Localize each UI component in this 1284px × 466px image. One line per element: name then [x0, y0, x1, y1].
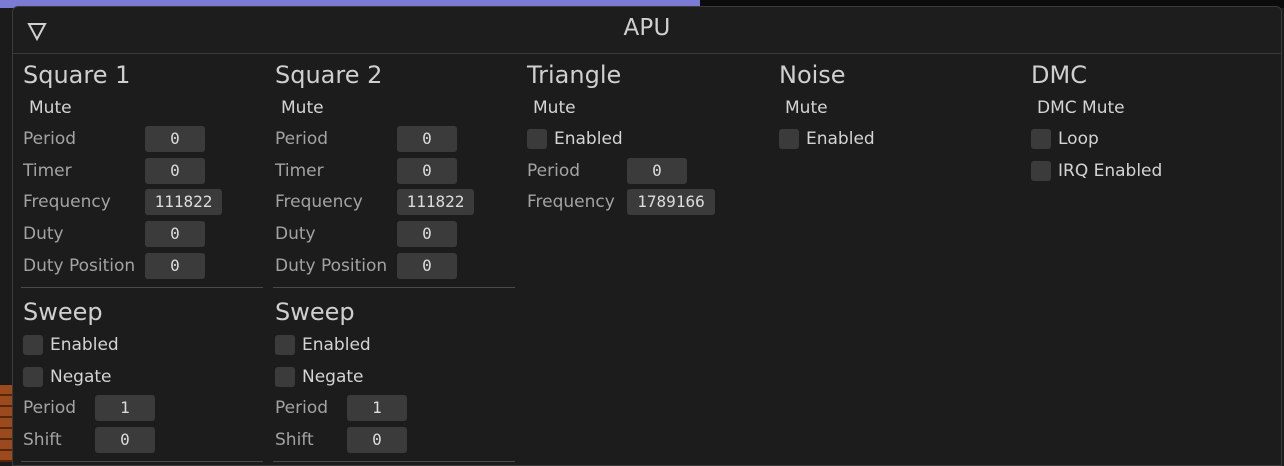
square2-frequency-value[interactable]: 111822: [397, 189, 474, 215]
square1-sweep-negate-checkbox[interactable]: [23, 367, 43, 387]
dmc-loop-label: Loop: [1058, 129, 1099, 149]
square2-separator: [273, 287, 515, 288]
square1-sweep-shift-label: Shift: [23, 430, 62, 450]
square1-period-value[interactable]: 0: [145, 126, 205, 152]
triangle-enabled-checkbox[interactable]: [527, 129, 547, 149]
square2-sweep-shift-value[interactable]: 0: [347, 427, 407, 453]
square2-duty-label: Duty: [275, 224, 316, 244]
square2-sweep-period-label: Period: [275, 398, 329, 418]
triangle-frequency-label: Frequency: [527, 192, 615, 212]
square2-period-label: Period: [275, 129, 329, 149]
square1-frequency-value[interactable]: 111822: [145, 189, 222, 215]
square2-sweep-negate-label: Negate: [302, 367, 364, 387]
dmc-loop-checkbox[interactable]: [1031, 129, 1051, 149]
triangle-period-value[interactable]: 0: [627, 158, 687, 184]
square1-sweep-period-value[interactable]: 1: [95, 395, 155, 421]
triangle-mute-button[interactable]: Mute: [533, 98, 576, 118]
square2-duty-value[interactable]: 0: [397, 221, 457, 247]
square2-sweep-period-value[interactable]: 1: [347, 395, 407, 421]
square2-sweep-shift-label: Shift: [275, 430, 314, 450]
window-title: APU: [623, 15, 671, 41]
square2-title: Square 2: [275, 61, 383, 89]
square2-sweep-enabled-checkbox[interactable]: [275, 335, 295, 355]
dmc-irq-checkbox[interactable]: [1031, 161, 1051, 181]
dmc-title: DMC: [1031, 61, 1087, 89]
noise-title: Noise: [779, 61, 846, 89]
square2-mute-button[interactable]: Mute: [281, 98, 324, 118]
noise-enabled-checkbox[interactable]: [779, 129, 799, 149]
square1-title: Square 1: [23, 61, 131, 89]
triangle-period-label: Period: [527, 161, 581, 181]
square1-sweep-negate-label: Negate: [50, 367, 112, 387]
square2-frequency-label: Frequency: [275, 192, 363, 212]
apu-window: APU Square 1 Mute Period 0 Timer 0 Frequ…: [12, 6, 1282, 466]
noise-mute-button[interactable]: Mute: [785, 98, 828, 118]
square2-timer-value[interactable]: 0: [397, 158, 457, 184]
square2-duty-position-value[interactable]: 0: [397, 253, 457, 279]
square1-duty-label: Duty: [23, 224, 64, 244]
title-bar[interactable]: APU: [13, 7, 1281, 54]
square2-duty-position-label: Duty Position: [275, 256, 388, 276]
square1-mute-button[interactable]: Mute: [29, 98, 72, 118]
triangle-frequency-value[interactable]: 1789166: [627, 189, 715, 215]
square1-timer-value[interactable]: 0: [145, 158, 205, 184]
square2-sweep-negate-checkbox[interactable]: [275, 367, 295, 387]
square1-sweep-enabled-label: Enabled: [50, 335, 119, 355]
triangle-enabled-label: Enabled: [554, 129, 623, 149]
square1-timer-label: Timer: [23, 161, 72, 181]
square1-separator: [21, 287, 263, 288]
dmc-irq-label: IRQ Enabled: [1058, 161, 1163, 181]
square1-duty-value[interactable]: 0: [145, 221, 205, 247]
square1-period-label: Period: [23, 129, 77, 149]
square1-duty-position-label: Duty Position: [23, 256, 136, 276]
triangle-title: Triangle: [527, 61, 622, 89]
square2-timer-label: Timer: [275, 161, 324, 181]
noise-enabled-label: Enabled: [806, 129, 875, 149]
square1-sweep-title: Sweep: [23, 298, 103, 326]
dmc-mute-button[interactable]: DMC Mute: [1037, 98, 1125, 118]
square1-duty-position-value[interactable]: 0: [145, 253, 205, 279]
square2-sweep-title: Sweep: [275, 298, 355, 326]
square1-sweep-shift-value[interactable]: 0: [95, 427, 155, 453]
square1-sweep-period-label: Period: [23, 398, 77, 418]
square1-sweep-enabled-checkbox[interactable]: [23, 335, 43, 355]
square1-frequency-label: Frequency: [23, 192, 111, 212]
square2-sweep-enabled-label: Enabled: [302, 335, 371, 355]
square2-period-value[interactable]: 0: [397, 126, 457, 152]
